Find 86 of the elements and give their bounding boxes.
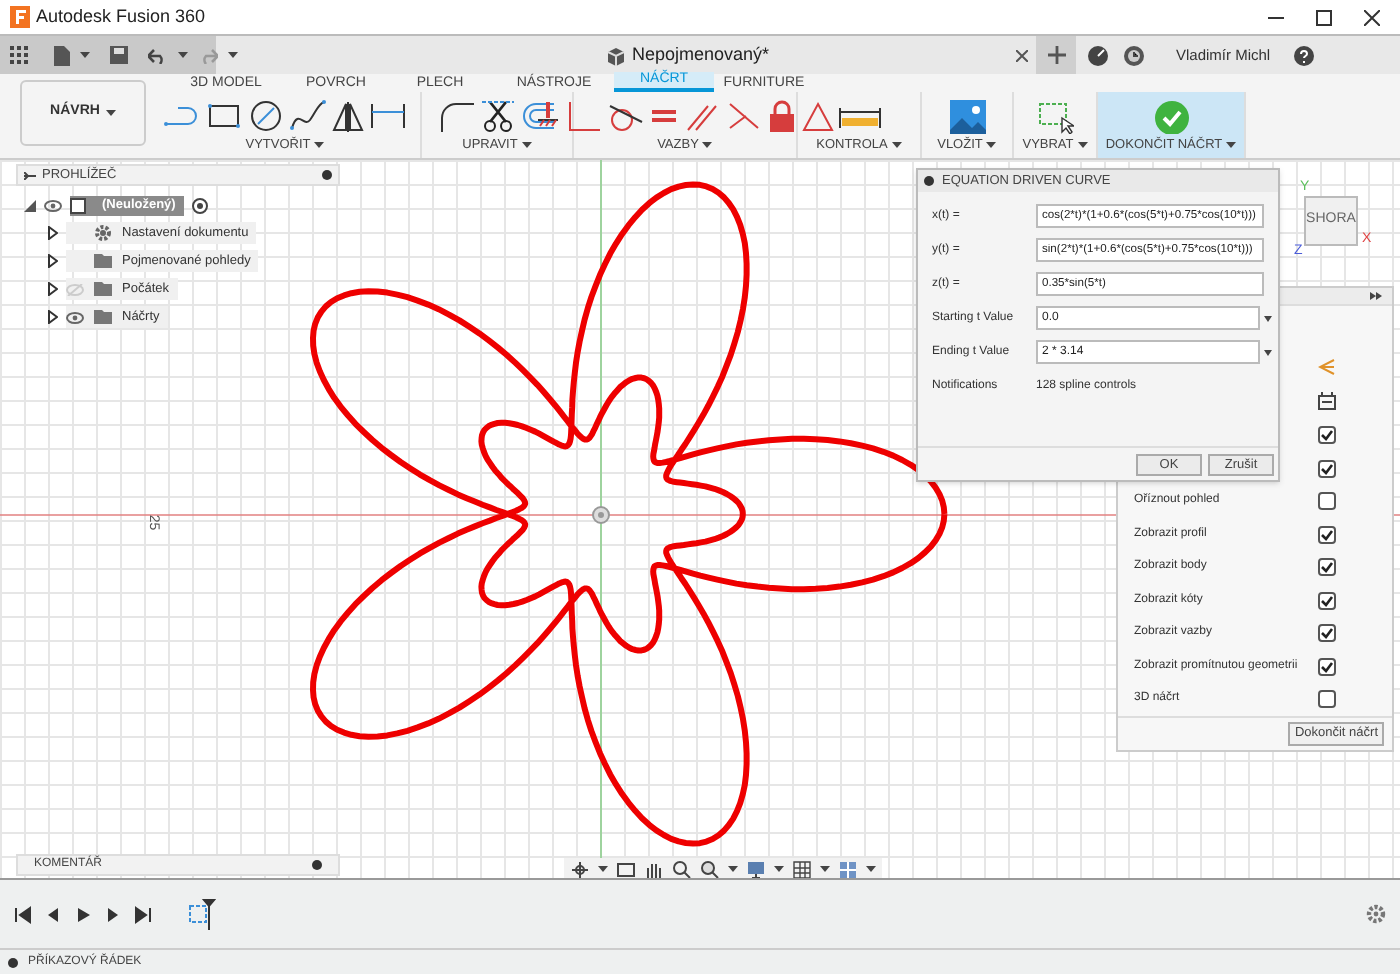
maximize-icon[interactable] <box>1316 9 1332 25</box>
pin-icon[interactable] <box>322 170 332 180</box>
caret-icon[interactable] <box>1264 315 1272 321</box>
caret-icon[interactable] <box>1077 142 1088 150</box>
caret-icon[interactable] <box>986 142 997 150</box>
selection-icon[interactable] <box>1037 99 1073 133</box>
caret-icon[interactable] <box>1264 349 1272 355</box>
save-icon[interactable] <box>110 46 128 64</box>
caret-icon[interactable] <box>820 865 830 873</box>
undo-icon[interactable] <box>148 47 168 63</box>
coincident-icon[interactable] <box>566 99 602 133</box>
caret-icon[interactable] <box>728 865 738 873</box>
skip-end-icon[interactable] <box>134 905 152 923</box>
mirror-icon[interactable] <box>332 99 364 133</box>
caret-icon[interactable] <box>866 865 876 873</box>
eye-icon[interactable] <box>66 311 84 323</box>
double-arrow-icon[interactable] <box>1370 292 1382 301</box>
calendar-icon[interactable] <box>1318 392 1336 411</box>
plus-icon <box>1047 46 1065 64</box>
spline-icon[interactable] <box>290 99 326 133</box>
origin-icon <box>592 506 610 524</box>
checkbox[interactable] <box>1318 426 1336 445</box>
close-icon[interactable] <box>1016 49 1028 61</box>
zoom-icon[interactable] <box>672 859 692 878</box>
collapse-dot-icon[interactable] <box>924 176 934 186</box>
collapse-icon[interactable] <box>24 171 36 179</box>
checkbox[interactable] <box>1318 591 1336 610</box>
window-title: Autodesk Fusion 360 <box>36 3 206 30</box>
fillet-icon[interactable] <box>439 99 475 133</box>
gauge-icon[interactable] <box>1088 45 1108 65</box>
play-icon[interactable] <box>74 905 92 923</box>
skip-start-icon[interactable] <box>14 905 32 923</box>
add-comment-icon[interactable] <box>312 860 322 870</box>
display-icon[interactable] <box>746 859 766 878</box>
document-tab[interactable]: Nepojmenovaný* <box>632 41 770 69</box>
app-logo-icon <box>10 6 30 28</box>
document-icon <box>70 198 86 214</box>
checkbox[interactable] <box>1318 624 1336 643</box>
sketch-feature-icon[interactable] <box>188 898 216 930</box>
expand-icon[interactable] <box>8 957 18 967</box>
scissors-icon[interactable] <box>481 99 513 133</box>
step-back-icon[interactable] <box>44 905 62 923</box>
caret-icon[interactable] <box>521 142 532 150</box>
expanded-caret-icon[interactable] <box>24 200 36 212</box>
dimension-icon[interactable] <box>370 99 406 133</box>
viewports-icon[interactable] <box>838 859 858 878</box>
gear-icon <box>94 224 112 242</box>
new-tab-button[interactable] <box>1036 36 1076 74</box>
caret-icon[interactable] <box>178 51 188 59</box>
tangent-icon[interactable] <box>608 99 644 133</box>
checkbox[interactable] <box>1318 492 1336 511</box>
caret-icon[interactable] <box>891 142 902 150</box>
orbit-icon[interactable] <box>570 859 590 878</box>
caret-icon[interactable] <box>105 109 116 117</box>
step-forward-icon[interactable] <box>104 905 122 923</box>
camera-icon[interactable] <box>616 859 636 878</box>
rectangle-icon[interactable] <box>206 99 242 133</box>
lock-icon[interactable] <box>768 99 796 133</box>
caret-icon[interactable] <box>228 51 238 59</box>
triangle-icon[interactable] <box>802 99 834 133</box>
offset-icon[interactable] <box>519 99 555 133</box>
grid-menu-icon[interactable] <box>10 46 28 64</box>
eye-icon[interactable] <box>44 200 62 212</box>
circle-icon[interactable] <box>248 99 284 133</box>
caret-icon[interactable] <box>774 865 784 873</box>
checkbox[interactable] <box>1318 657 1336 676</box>
box-icon <box>606 45 626 65</box>
perpendicular-icon[interactable] <box>726 99 762 133</box>
zoom-fit-icon[interactable] <box>700 859 720 878</box>
caret-icon[interactable] <box>702 142 713 150</box>
checkbox[interactable] <box>1318 690 1336 709</box>
target-icon[interactable] <box>191 198 208 214</box>
close-icon[interactable] <box>1364 9 1380 25</box>
caret-icon[interactable] <box>314 142 325 150</box>
caret-icon[interactable] <box>598 865 608 873</box>
checkbox[interactable] <box>1318 558 1336 577</box>
help-icon[interactable] <box>1294 45 1315 65</box>
clock-icon[interactable] <box>1124 45 1144 65</box>
settings-icon[interactable] <box>1366 904 1386 924</box>
checkbox[interactable] <box>1318 459 1336 478</box>
file-icon[interactable] <box>54 45 70 65</box>
picture-icon[interactable] <box>949 99 985 133</box>
caret-icon[interactable] <box>80 51 90 59</box>
grid-icon[interactable] <box>792 859 812 878</box>
checkbox[interactable] <box>1318 525 1336 544</box>
caret-icon[interactable] <box>1226 142 1237 150</box>
